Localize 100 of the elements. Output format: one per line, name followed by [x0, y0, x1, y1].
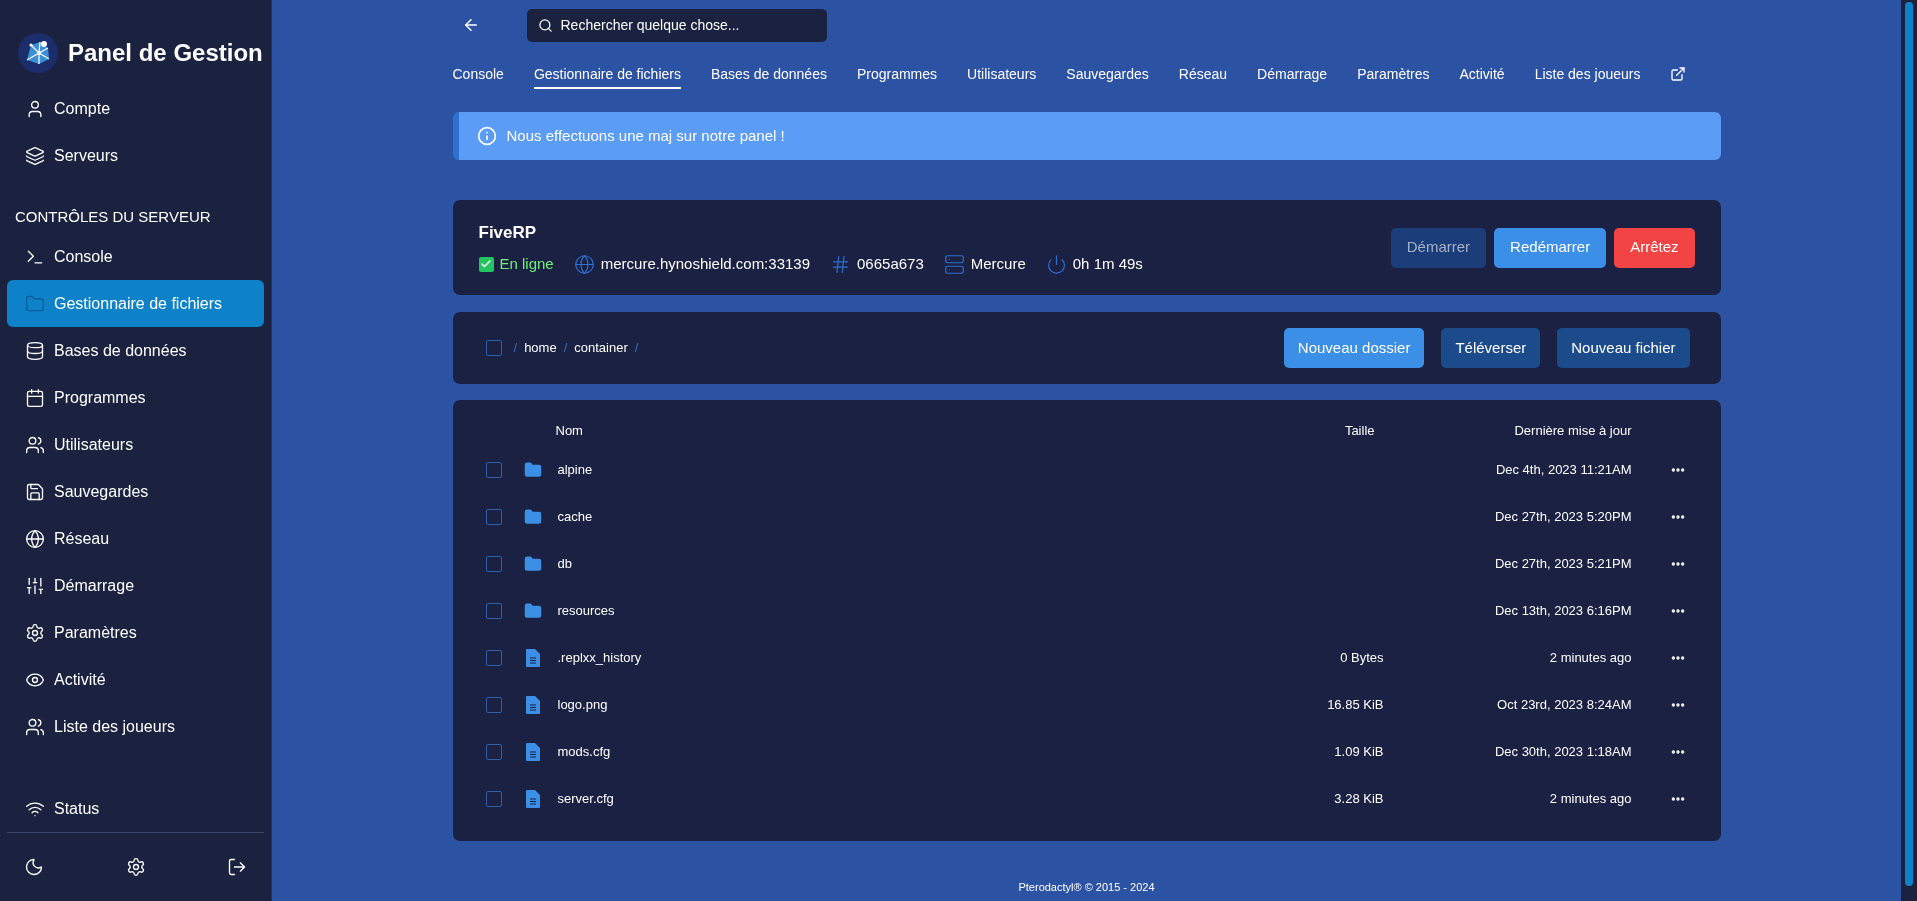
server-address: mercure.hynoshield.com:33139 — [600, 254, 810, 274]
sidebar-item[interactable]: Démarrage — [7, 562, 264, 609]
calendar-icon — [25, 387, 45, 408]
settings-icon — [25, 622, 45, 643]
path-separator: / — [563, 339, 568, 358]
folder-icon — [25, 293, 45, 314]
info-icon — [476, 126, 497, 146]
folder-icon — [523, 601, 542, 620]
file-size: 3.28 KiB — [1334, 790, 1384, 806]
modified-date: Dec 4th, 2023 11:21AM — [1495, 461, 1632, 477]
logo-icon — [18, 32, 58, 73]
sidebar-item[interactable]: Réseau — [7, 515, 264, 562]
modified-date: Dec 27th, 2023 5:21PM — [1494, 555, 1632, 571]
path-separator: / — [634, 339, 639, 358]
moon-icon[interactable] — [24, 857, 44, 877]
section-header: CONTRÔLES DU SERVEUR — [14, 206, 212, 227]
server-id: 0665a673 — [857, 254, 924, 274]
folder-icon — [523, 460, 542, 479]
sidebar-item[interactable]: Console — [7, 233, 264, 280]
layers-icon — [25, 145, 45, 166]
sliders-icon — [25, 575, 45, 596]
logout-icon[interactable] — [227, 857, 247, 877]
sidebar-item[interactable]: Serveurs — [7, 132, 264, 179]
node-name: Mercure — [970, 254, 1026, 274]
server-icon — [943, 253, 965, 275]
globe-icon — [25, 528, 45, 549]
hash-icon — [830, 253, 851, 275]
server-action-button[interactable]: Arrêtez — [1614, 227, 1695, 268]
nav-tab[interactable]: Programmes — [856, 59, 938, 89]
row-checkbox[interactable] — [485, 508, 502, 525]
row-checkbox[interactable] — [485, 649, 502, 666]
nav-tab[interactable]: Utilisateurs — [967, 59, 1037, 89]
row-checkbox[interactable] — [485, 743, 502, 760]
sidebar-item[interactable]: Bases de données — [7, 327, 264, 374]
row-checkbox[interactable] — [485, 461, 502, 478]
search-icon — [537, 17, 553, 33]
file-name[interactable]: cache — [557, 508, 593, 524]
file-name[interactable]: server.cfg — [557, 790, 614, 806]
column-header: Taille — [1343, 422, 1376, 441]
file-icon — [525, 695, 540, 714]
modified-date: Dec 13th, 2023 6:16PM — [1494, 602, 1632, 618]
file-action-button[interactable]: Nouveau fichier — [1557, 328, 1690, 368]
sidebar-item[interactable]: Utilisateurs — [7, 421, 264, 468]
sidebar-item[interactable]: Activité — [7, 656, 264, 703]
file-name[interactable]: alpine — [557, 461, 593, 477]
nav-tab[interactable]: Gestionnaire de fichiers — [533, 59, 681, 89]
alert-message: Nous effectuons une maj sur notre panel ! — [506, 125, 785, 146]
row-checkbox[interactable] — [485, 790, 502, 807]
status-text: En ligne — [499, 254, 554, 274]
settings-icon[interactable] — [125, 857, 146, 877]
external-link-icon[interactable] — [1670, 66, 1687, 82]
sidebar-item[interactable]: Compte — [7, 85, 264, 132]
row-checkbox[interactable] — [485, 602, 502, 619]
footer-text: Pterodactyl® © 2015 - 2024 — [1018, 879, 1155, 895]
file-size: 1.09 KiB — [1334, 743, 1384, 759]
folder-icon — [523, 507, 542, 526]
status-link[interactable]: Status — [7, 785, 264, 832]
sidebar-item[interactable]: Sauvegardes — [7, 468, 264, 515]
server-name: FiveRP — [478, 221, 538, 244]
nav-tab[interactable]: Démarrage — [1257, 59, 1328, 89]
file-name[interactable]: mods.cfg — [557, 743, 611, 759]
file-icon — [525, 742, 540, 761]
sidebar-item[interactable]: Liste des joueurs — [7, 703, 264, 750]
modified-date: 2 minutes ago — [1549, 649, 1632, 665]
nav-tab[interactable]: Activité — [1459, 59, 1505, 89]
file-size: 0 Bytes — [1340, 649, 1384, 665]
nav-tab[interactable]: Sauvegardes — [1066, 59, 1149, 89]
file-name[interactable]: resources — [557, 602, 615, 618]
nav-tab[interactable]: Liste des joueurs — [1534, 59, 1641, 89]
modified-date: Oct 23rd, 2023 8:24AM — [1497, 696, 1632, 712]
users-icon — [25, 434, 45, 455]
sidebar-item[interactable]: Programmes — [7, 374, 264, 421]
sidebar-item[interactable]: Paramètres — [7, 609, 264, 656]
sidebar-item[interactable]: Gestionnaire de fichiers — [7, 280, 264, 327]
breadcrumb-link[interactable]: home — [524, 338, 557, 358]
nav-tab[interactable]: Paramètres — [1357, 59, 1430, 89]
modified-date: 2 minutes ago — [1549, 790, 1632, 806]
search-field[interactable]: Rechercher quelque chose... — [526, 8, 827, 42]
file-name[interactable]: logo.png — [557, 696, 608, 712]
file-icon — [525, 648, 540, 667]
database-icon — [25, 340, 45, 361]
select-all-checkbox[interactable] — [485, 340, 502, 356]
file-size: 16.85 KiB — [1327, 696, 1384, 712]
nav-tab[interactable]: Console — [452, 59, 504, 89]
file-name[interactable]: .replxx_history — [557, 649, 642, 665]
globe-icon — [573, 253, 595, 275]
breadcrumb-link[interactable]: container — [574, 338, 628, 358]
row-checkbox[interactable] — [485, 696, 502, 713]
nav-tab[interactable]: Réseau — [1178, 59, 1228, 89]
path-separator: / — [513, 339, 518, 358]
column-header: Dernière mise à jour — [1513, 422, 1632, 441]
file-name[interactable]: db — [557, 555, 572, 571]
nav-tab[interactable]: Bases de données — [710, 59, 827, 89]
file-icon — [525, 789, 540, 808]
server-uptime: 0h 1m 49s — [1072, 254, 1143, 274]
file-action-button[interactable]: Téléverser — [1441, 328, 1541, 368]
modified-date: Dec 27th, 2023 5:20PM — [1494, 508, 1632, 524]
modified-date: Dec 30th, 2023 1:18AM — [1494, 743, 1632, 759]
column-header: Nom — [555, 422, 584, 441]
row-checkbox[interactable] — [485, 555, 502, 572]
